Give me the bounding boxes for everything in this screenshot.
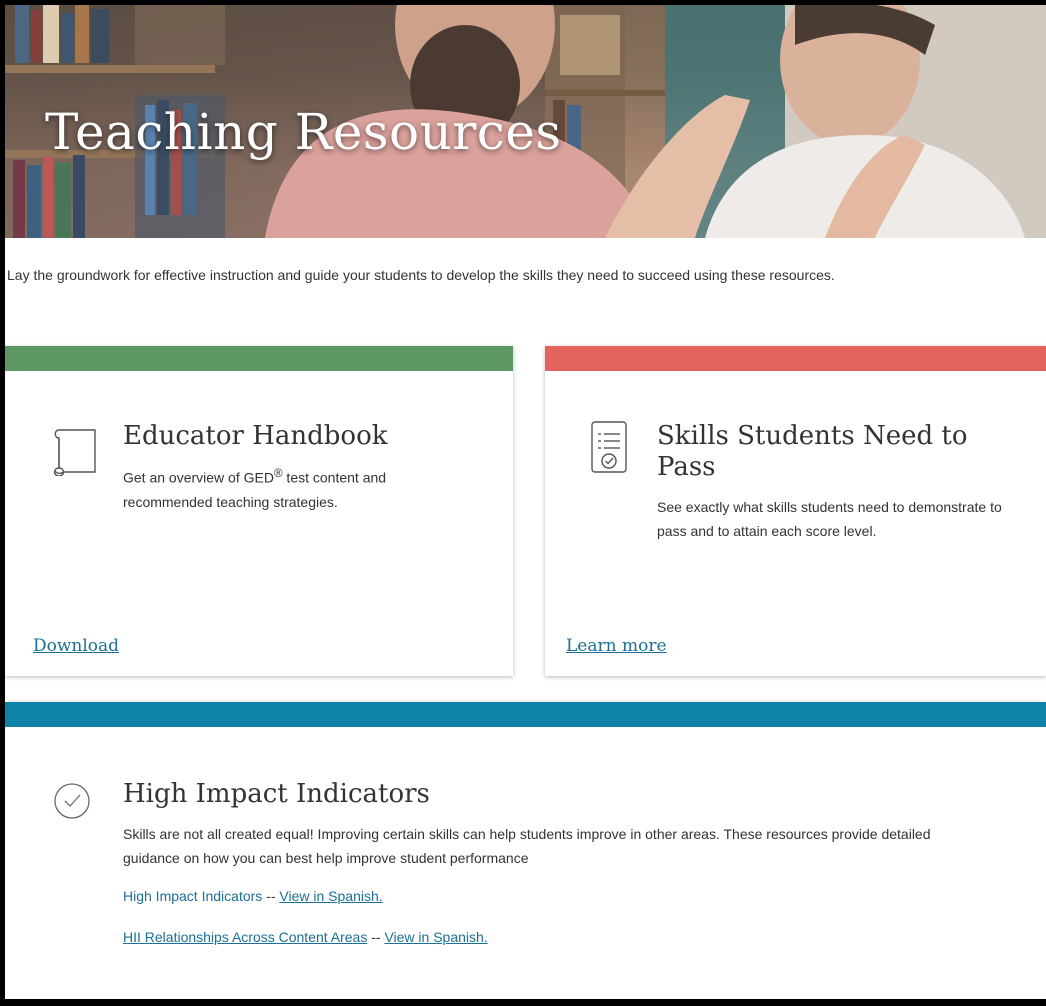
high-impact-indicators-card: High Impact Indicators Skills are not al… xyxy=(5,702,1046,999)
card-title: High Impact Indicators xyxy=(123,779,430,809)
hii-link-row: HII Relationships Across Content Areas -… xyxy=(123,929,488,945)
hii-link-row: High Impact Indicators -- View in Spanis… xyxy=(123,888,383,904)
card-accent-bar xyxy=(5,346,513,371)
card-description-part: Get an overview of GED xyxy=(123,469,274,486)
card-title: Educator Handbook xyxy=(123,421,388,451)
page-frame: Teaching Resources Lay the groundwork fo… xyxy=(5,5,1046,999)
link-separator: -- xyxy=(262,888,280,904)
registered-mark: ® xyxy=(273,467,283,480)
link-separator: -- xyxy=(367,929,385,945)
view-in-spanish-link[interactable]: View in Spanish. xyxy=(279,888,382,904)
intro-text: Lay the groundwork for effective instruc… xyxy=(7,267,835,283)
checklist-document-icon xyxy=(589,420,629,481)
download-link[interactable]: Download xyxy=(33,636,119,656)
card-description: Get an overview of GED® test content and… xyxy=(123,462,463,514)
card-description: Skills are not all created equal! Improv… xyxy=(123,826,931,866)
card-title: Skills Students Need to Pass xyxy=(657,421,968,482)
check-circle-icon xyxy=(53,782,91,825)
hero-banner: Teaching Resources xyxy=(5,5,1046,238)
skills-students-card: Skills Students Need to Pass See exactly… xyxy=(545,346,1046,676)
view-in-spanish-link[interactable]: View in Spanish. xyxy=(384,929,487,945)
card-accent-bar xyxy=(5,702,1046,727)
hii-link-label: High Impact Indicators xyxy=(123,888,263,904)
hii-relationships-link[interactable]: HII Relationships Across Content Areas xyxy=(123,929,367,945)
card-description: See exactly what skills students need to… xyxy=(657,499,1002,539)
book-scroll-icon xyxy=(51,424,97,481)
page-title: Teaching Resources xyxy=(45,103,562,161)
learn-more-link[interactable]: Learn more xyxy=(566,636,667,656)
card-accent-bar xyxy=(545,346,1046,371)
educator-handbook-card: Educator Handbook Get an overview of GED… xyxy=(5,346,513,676)
